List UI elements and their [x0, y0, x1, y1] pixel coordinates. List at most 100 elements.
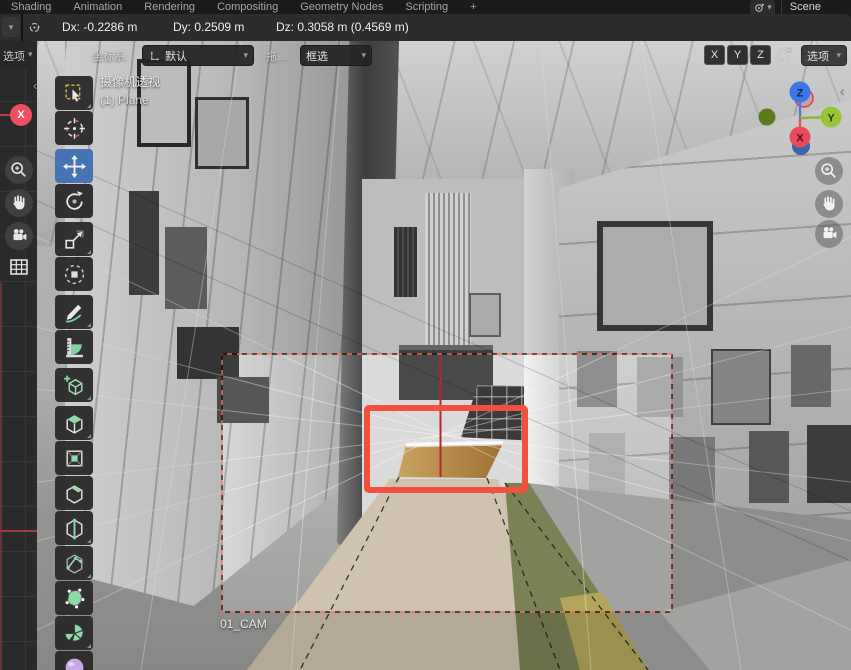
drag-mode-value: 框选: [306, 48, 357, 64]
delta-y-value: Dy: 0.2509 m: [173, 20, 244, 34]
scene-icon: [753, 1, 767, 14]
tool-smooth-button[interactable]: [55, 651, 93, 670]
chevron-down-icon: ▾: [767, 3, 772, 12]
workspace-tab-compositing[interactable]: Compositing: [206, 1, 289, 14]
sidebar-collapse-arrow[interactable]: ‹: [840, 85, 844, 97]
chevron-down-icon: ▾: [361, 51, 366, 60]
tool-inset-faces-button[interactable]: [55, 441, 93, 475]
gizmo-y-negative-ball[interactable]: [759, 109, 776, 126]
subtool-corner-marker: [87, 250, 91, 254]
view-mode-label: 摄像机透视: [100, 73, 160, 90]
select-box-icon: [62, 81, 87, 106]
add-cube-icon: [62, 373, 87, 398]
mirror-z-button[interactable]: Z: [750, 45, 771, 65]
grid-icon: [7, 255, 31, 279]
zoom-button[interactable]: [815, 157, 843, 185]
gizmo-x-label: X: [796, 133, 804, 145]
tool-knife-button[interactable]: [55, 546, 93, 580]
secondary-zoom-button[interactable]: [5, 156, 33, 184]
subtool-corner-marker: [87, 434, 91, 438]
hand-icon: [8, 192, 30, 214]
toolbar-collapse-arrow[interactable]: ‹: [33, 80, 37, 92]
tool-spin-button[interactable]: [55, 616, 93, 650]
viewport-3d[interactable]: Z Y X 摄像机透视 (1) Plane 01_CAM ‹: [37, 41, 851, 670]
tool-measure-button[interactable]: [55, 330, 93, 364]
mirror-y-button[interactable]: Y: [727, 45, 748, 65]
bevel-icon: [62, 481, 87, 506]
subtool-corner-marker: [87, 396, 91, 400]
scene-selector: ▾ Scene: [750, 0, 847, 14]
tool-cursor-button[interactable]: [55, 111, 93, 145]
orientation-value: 默认: [165, 48, 239, 64]
editor-type-button[interactable]: [25, 17, 43, 37]
tool-select-box-button[interactable]: [55, 76, 93, 110]
tool-annotate-button[interactable]: [55, 295, 93, 329]
proportional-edit-icon[interactable]: [776, 46, 793, 68]
magnifier-plus-icon: [8, 159, 30, 181]
tool-options-dropdown[interactable]: 选项 ▾: [801, 45, 847, 66]
workspace-tab-rendering[interactable]: Rendering: [133, 1, 206, 14]
subtool-corner-marker: [87, 104, 91, 108]
scene-browse-button[interactable]: ▾: [750, 0, 775, 14]
annotate-icon: [62, 300, 87, 325]
secondary-options-label[interactable]: 选项: [3, 48, 25, 64]
tool-bevel-button[interactable]: [55, 476, 93, 510]
blender-window: Z Y X 摄像机透视 (1) Plane 01_CAM ‹: [0, 0, 851, 670]
orientation-dropdown[interactable]: 默认 ▾: [142, 45, 254, 66]
tool-rotate-button[interactable]: [55, 184, 93, 218]
camera-icon: [8, 225, 30, 247]
tool-options-label: 选项: [807, 48, 832, 64]
secondary-axis-edge-line: [0, 283, 2, 670]
tool-loop-cut-button[interactable]: [55, 511, 93, 545]
workspace-tab-animation[interactable]: Animation: [62, 1, 133, 14]
subtool-corner-marker: [87, 323, 91, 327]
tool-move-button[interactable]: [55, 149, 93, 183]
subtool-corner-marker: [87, 644, 91, 648]
scale-icon: [62, 227, 87, 252]
mirror-x-button[interactable]: X: [704, 45, 725, 65]
transform-icon: [62, 262, 87, 287]
gizmo-y-label: Y: [827, 113, 835, 125]
subtool-corner-marker: [87, 539, 91, 543]
subtool-corner-marker: [87, 574, 91, 578]
cursor-icon: [62, 116, 87, 141]
transform-orientation-icon: [148, 49, 161, 62]
chevron-down-icon: ▾: [28, 50, 33, 59]
secondary-ortho-grid-button[interactable]: [5, 253, 33, 281]
measure-icon: [62, 335, 87, 360]
tool-extrude-region-button[interactable]: [55, 406, 93, 440]
viewport-overlay: Z Y X: [37, 41, 851, 670]
secondary-camera-button[interactable]: [5, 222, 33, 250]
delta-x-value: Dx: -0.2286 m: [62, 20, 137, 34]
editor-menu-chevron-button[interactable]: ▾: [2, 17, 20, 37]
workspace-tab-scripting[interactable]: Scripting: [394, 1, 459, 14]
workspace-tab-shading[interactable]: Shading: [0, 1, 62, 14]
tool-add-cube-button[interactable]: [55, 368, 93, 402]
extrude-region-icon: [62, 411, 87, 436]
loop-cut-icon: [62, 516, 87, 541]
camera-view-button[interactable]: [815, 220, 843, 248]
secondary-gizmo-x-ball[interactable]: X: [10, 104, 32, 126]
scene-name[interactable]: Scene: [781, 1, 847, 14]
delta-z-value: Dz: 0.3058 m (0.4569 m): [276, 20, 409, 34]
camera-icon: [818, 223, 840, 245]
pan-view-button[interactable]: [815, 190, 843, 218]
tool-poly-build-button[interactable]: [55, 581, 93, 615]
secondary-x-axis-line: [0, 530, 37, 532]
secondary-viewport-partial[interactable]: X: [0, 41, 37, 670]
orientation-label: 坐标系:: [92, 48, 128, 64]
magnifier-plus-icon: [818, 160, 840, 182]
secondary-pan-button[interactable]: [5, 189, 33, 217]
drag-label: 拖...: [266, 48, 286, 64]
add-workspace-button[interactable]: +: [459, 1, 487, 14]
tool-transform-button[interactable]: [55, 257, 93, 291]
workspace-tab-geometry-nodes[interactable]: Geometry Nodes: [289, 1, 394, 14]
chevron-down-icon: ▾: [243, 51, 248, 60]
camera-name-label: 01_CAM: [220, 617, 267, 631]
move-icon: [62, 154, 87, 179]
drag-mode-dropdown[interactable]: 框选 ▾: [300, 45, 372, 66]
tool-settings-bar: 选项 ▾ 坐标系: 默认 ▾ 拖... 框选 ▾ X Y Z 选项 ▾: [0, 41, 851, 68]
gizmo-z-label: Z: [797, 88, 804, 100]
editor-divider: [21, 14, 23, 41]
tool-scale-button[interactable]: [55, 222, 93, 256]
